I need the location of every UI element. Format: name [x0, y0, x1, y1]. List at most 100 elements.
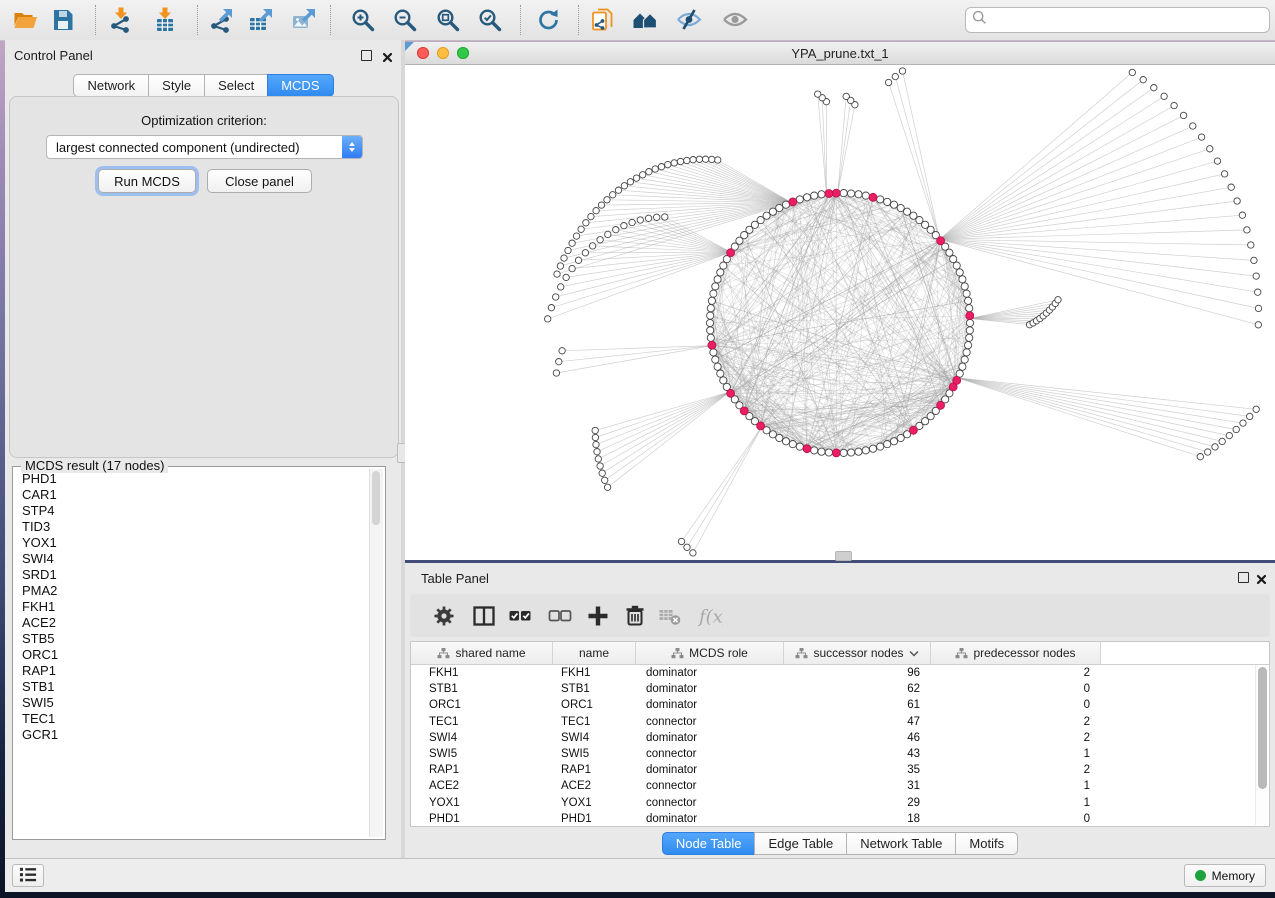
save-icon[interactable]: [50, 7, 76, 33]
close-table-panel-icon[interactable]: [1256, 572, 1267, 583]
column-header-name[interactable]: name: [553, 642, 636, 664]
tab-style[interactable]: Style: [148, 74, 205, 97]
add-icon[interactable]: [585, 603, 611, 629]
tab-edge-table[interactable]: Edge Table: [754, 832, 847, 855]
mcds-result-item[interactable]: STP4: [15, 503, 369, 519]
memory-status-icon: [1195, 870, 1206, 881]
open-icon[interactable]: [12, 7, 38, 33]
mcds-result-item[interactable]: PHD1: [15, 471, 369, 487]
mcds-result-item[interactable]: PMA2: [15, 583, 369, 599]
table-row[interactable]: YOX1YOX1connector291: [411, 795, 1269, 811]
table-cell: connector: [636, 797, 784, 809]
deselect-all-icon[interactable]: [547, 603, 573, 629]
mcds-result-item[interactable]: SWI5: [15, 695, 369, 711]
float-table-panel-icon[interactable]: [1238, 572, 1249, 583]
table-cell: 46: [784, 732, 931, 744]
network-window: YPA_prune.txt_1: [405, 42, 1275, 560]
tab-node-table[interactable]: Node Table: [662, 832, 756, 855]
table-row[interactable]: RAP1RAP1dominator352: [411, 762, 1269, 778]
zoom-selected-icon[interactable]: [477, 7, 503, 33]
column-header-predecessor-nodes[interactable]: predecessor nodes: [931, 642, 1101, 664]
import-table-icon[interactable]: [152, 7, 178, 33]
export-image-icon[interactable]: [291, 7, 317, 33]
mcds-result-item[interactable]: TEC1: [15, 711, 369, 727]
settings-icon[interactable]: [431, 603, 457, 629]
table-scrollbar[interactable]: [1255, 665, 1268, 825]
tab-mcds[interactable]: MCDS: [267, 74, 333, 97]
table-row[interactable]: TEC1TEC1connector472: [411, 714, 1269, 730]
delete-icon[interactable]: [622, 603, 648, 629]
mcds-result-item[interactable]: TID3: [15, 519, 369, 535]
run-mcds-button[interactable]: Run MCDS: [98, 169, 196, 193]
close-panel-button[interactable]: Close panel: [207, 169, 312, 193]
criterion-dropdown[interactable]: largest connected component (undirected): [46, 135, 363, 159]
mcds-result-item[interactable]: FKH1: [15, 599, 369, 615]
show-graphics-details-icon[interactable]: [722, 7, 748, 33]
search-icon: [972, 10, 987, 30]
columns-icon[interactable]: [471, 603, 497, 629]
table-row[interactable]: FKH1FKH1dominator962: [411, 665, 1269, 681]
table-cell: FKH1: [553, 667, 636, 679]
mcds-result-item[interactable]: SRD1: [15, 567, 369, 583]
mcds-result-item[interactable]: ACE2: [15, 615, 369, 631]
tab-network-table[interactable]: Network Table: [846, 832, 956, 855]
table-row[interactable]: SWI4SWI4dominator462: [411, 730, 1269, 746]
tab-motifs[interactable]: Motifs: [955, 832, 1018, 855]
table-cell: YOX1: [553, 797, 636, 809]
column-header-shared-name[interactable]: shared name: [411, 642, 553, 664]
table-row[interactable]: ACE2ACE2connector311: [411, 778, 1269, 794]
table-row[interactable]: PHD1PHD1dominator180: [411, 811, 1269, 827]
mcds-result-item[interactable]: ORC1: [15, 647, 369, 663]
zoom-fit-icon[interactable]: [435, 7, 461, 33]
table-cell: dominator: [636, 732, 784, 744]
tab-network[interactable]: Network: [73, 74, 149, 97]
mcds-list-scrollbar[interactable]: [369, 469, 383, 837]
mcds-result-item[interactable]: CAR1: [15, 487, 369, 503]
table-cell: 0: [931, 699, 1101, 711]
table-cell: TEC1: [411, 716, 553, 728]
mcds-result-item[interactable]: STB5: [15, 631, 369, 647]
zoom-out-icon[interactable]: [392, 7, 418, 33]
zoom-in-icon[interactable]: [350, 7, 376, 33]
refresh-icon[interactable]: [536, 7, 562, 33]
horizontal-splitter-handle[interactable]: [835, 551, 852, 561]
table-cell: 1: [931, 748, 1101, 760]
tab-select[interactable]: Select: [204, 74, 268, 97]
toolbar-separator: [520, 5, 521, 35]
mcds-result-item[interactable]: RAP1: [15, 663, 369, 679]
table-cell: 0: [931, 683, 1101, 695]
table-row[interactable]: STB1STB1dominator620: [411, 681, 1269, 697]
close-panel-icon[interactable]: [382, 50, 393, 61]
function-icon: f(x): [697, 603, 723, 629]
svg-text:f(x): f(x): [697, 607, 723, 628]
table-cell: 2: [931, 716, 1101, 728]
mcds-result-item[interactable]: YOX1: [15, 535, 369, 551]
memory-button[interactable]: Memory: [1184, 864, 1266, 887]
mcds-result-item[interactable]: GCR1: [15, 727, 369, 743]
table-row[interactable]: ORC1ORC1dominator610: [411, 697, 1269, 713]
table-cell: connector: [636, 716, 784, 728]
table-panel-title: Table Panel: [421, 571, 489, 586]
column-header-mcds-role[interactable]: MCDS role: [636, 642, 784, 664]
network-canvas[interactable]: [405, 65, 1275, 560]
panel-list-button[interactable]: [12, 864, 44, 887]
export-network-icon[interactable]: [208, 7, 234, 33]
table-row[interactable]: SWI5SWI5connector431: [411, 746, 1269, 762]
memory-label: Memory: [1212, 869, 1255, 883]
select-all-icon[interactable]: [507, 603, 533, 629]
search-input[interactable]: [991, 12, 1263, 29]
search-box[interactable]: [965, 7, 1270, 33]
table-cell: RAP1: [553, 764, 636, 776]
hide-graphics-details-icon[interactable]: [676, 7, 702, 33]
import-network-icon[interactable]: [108, 7, 134, 33]
network-title: YPA_prune.txt_1: [405, 46, 1275, 61]
export-table-icon[interactable]: [248, 7, 274, 33]
network-titlebar[interactable]: YPA_prune.txt_1: [405, 42, 1275, 65]
home-icon[interactable]: [632, 7, 658, 33]
mcds-result-item[interactable]: SWI4: [15, 551, 369, 567]
share-document-icon[interactable]: [590, 7, 616, 33]
column-header-successor-nodes[interactable]: successor nodes: [784, 642, 931, 664]
float-panel-icon[interactable]: [361, 50, 372, 61]
table-scrollbar-thumb[interactable]: [1258, 667, 1267, 789]
mcds-result-item[interactable]: STB1: [15, 679, 369, 695]
